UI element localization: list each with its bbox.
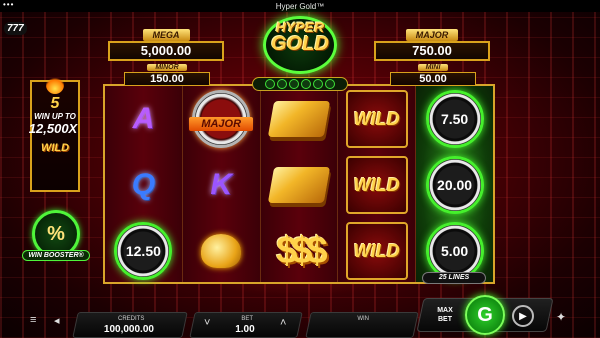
bet-increase-button[interactable]: ˄	[280, 317, 286, 329]
chip-value: 12.50	[125, 243, 161, 259]
letter-symbol: K	[210, 168, 233, 201]
reel-cell	[261, 152, 338, 218]
reel-cell	[183, 218, 260, 284]
letter-symbol: Q	[131, 168, 156, 201]
meter-slot	[265, 79, 275, 89]
logo-line-1: HYPER	[275, 19, 325, 35]
reel-2: MAJOR K	[182, 86, 261, 284]
settings-icon[interactable]: ✦	[556, 310, 566, 324]
reel-5: 7.50 20.00 5.00	[416, 86, 493, 282]
win-booster-button[interactable]: % WIN BOOSTER®	[22, 210, 90, 274]
gold-bar-symbol	[267, 167, 331, 203]
letter-symbol: A	[132, 102, 155, 135]
meter-slot	[301, 79, 311, 89]
spin-button[interactable]: G	[465, 295, 505, 335]
credits-label: CREDITS	[117, 316, 145, 322]
browser-top-bar: ••• Hyper Gold™	[0, 0, 600, 12]
meter-slot	[289, 79, 299, 89]
reel-cell: A	[105, 86, 182, 152]
max-bet-label-2: BET	[438, 316, 452, 323]
wild-text: WILD	[353, 240, 400, 261]
mini-jackpot-label: MINI	[417, 64, 449, 71]
win-label: WIN	[357, 316, 369, 322]
meter-slot	[313, 79, 323, 89]
max-bet-button[interactable]: MAX BET	[428, 302, 462, 328]
major-jackpot-label: MAJOR	[405, 29, 459, 41]
reel-cell: K	[183, 152, 260, 218]
cash-chip-symbol: 20.00	[425, 156, 484, 214]
minor-jackpot-label: MINOR	[147, 64, 187, 71]
reel-cell: WILD	[338, 152, 415, 218]
meter-slot	[277, 79, 287, 89]
reel-grid: A Q 12.50 MAJOR K $$$ WILD WILD WILD 7.50 20.00 5.0…	[103, 84, 495, 284]
menu-dots-icon[interactable]: •••	[3, 1, 14, 9]
minor-jackpot-value: 150.00	[124, 72, 210, 86]
dollar-signs-symbol: $$$	[276, 229, 327, 272]
reel-cell: 12.50	[105, 218, 182, 284]
wild-symbol: WILD	[345, 222, 408, 280]
wild-feature-panel: 5 WIN UP TO 12,500X WILD	[28, 76, 80, 192]
feature-count: 5	[50, 95, 60, 112]
reel-cell: WILD	[338, 86, 415, 152]
mega-jackpot-label: MEGA	[142, 29, 190, 41]
reel-cell: 20.00	[416, 152, 493, 218]
reel-cell	[261, 86, 338, 152]
reel-cell: $$$	[261, 218, 338, 284]
mini-jackpot-value: 50.00	[390, 72, 476, 86]
logo-line-2: GOLD	[271, 33, 329, 55]
bet-decrease-button[interactable]: ˅	[204, 317, 210, 329]
jackpot-chip-label: MAJOR	[189, 117, 254, 131]
gold-coins-symbol	[201, 234, 242, 268]
meter-slot	[325, 79, 335, 89]
flame-icon	[46, 76, 64, 94]
chip-value: 20.00	[437, 177, 473, 193]
chip-value: 5.00	[440, 243, 469, 259]
feature-wild-symbol: WILD	[40, 142, 70, 154]
reel-cell: WILD	[338, 218, 415, 284]
wild-symbol: WILD	[345, 156, 408, 214]
casino-badge[interactable]: 777	[4, 22, 27, 35]
reel-1: A Q 12.50	[105, 86, 183, 282]
cash-chip-symbol: 12.50	[114, 222, 173, 280]
menu-icon[interactable]: ≡	[30, 314, 36, 326]
win-booster-label: WIN BOOSTER®	[22, 250, 90, 261]
reel-cell: Q	[105, 152, 182, 218]
game-logo: HYPER GOLD	[255, 14, 345, 78]
reel-cell: 7.50	[416, 86, 493, 152]
chip-value: 7.50	[440, 111, 469, 127]
max-bet-label-1: MAX	[437, 307, 453, 314]
wild-text: WILD	[353, 108, 400, 129]
gold-bar-symbol	[267, 101, 331, 137]
reel-cell: MAJOR	[183, 86, 260, 152]
mini-jackpot: MINI 50.00	[390, 56, 476, 86]
credits-box: CREDITS 100,000.00	[72, 312, 188, 338]
feature-amount: 12,500X	[28, 121, 78, 136]
jackpot-chip-symbol: MAJOR	[189, 90, 254, 148]
sound-icon[interactable]: ◂	[54, 314, 60, 327]
cash-chip-symbol: 7.50	[425, 90, 484, 148]
lines-indicator: 25 LINES	[422, 272, 486, 284]
credits-value: 100,000.00	[103, 324, 154, 335]
reel-4: WILD WILD WILD	[338, 86, 417, 284]
wild-text: WILD	[353, 174, 400, 195]
wild-symbol: WILD	[345, 90, 408, 148]
autoplay-button[interactable]: ▶	[512, 305, 534, 327]
bonus-meter	[252, 77, 348, 91]
reel-3: $$$	[260, 86, 339, 284]
page-title: Hyper Gold™	[275, 1, 325, 11]
win-box: WIN	[305, 312, 419, 338]
minor-jackpot: MINOR 150.00	[124, 56, 210, 86]
control-bar: ≡ ◂ CREDITS 100,000.00 BET 1.00 ˅ ˄ WIN	[0, 306, 600, 338]
